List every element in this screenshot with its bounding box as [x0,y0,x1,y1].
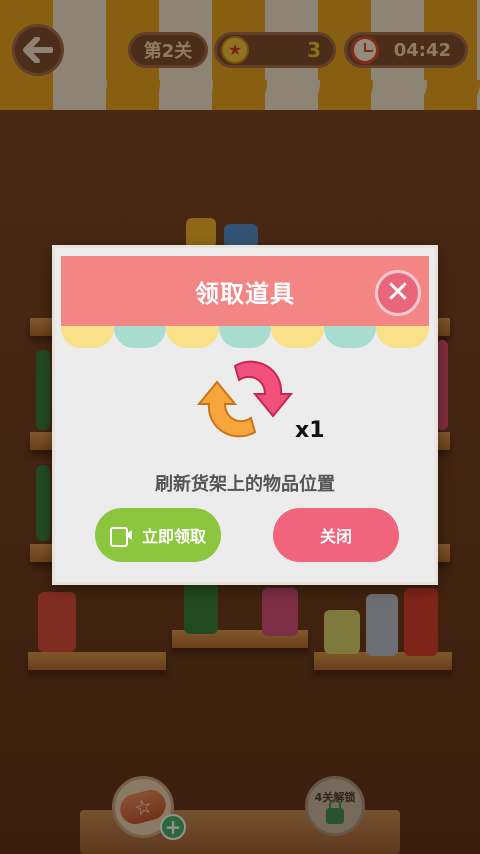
dialog-title: 领取道具 [195,279,295,308]
prop-description: 刷新货架上的物品位置 [155,474,335,495]
item-quantity: x1 [295,418,325,443]
claim-button-label: 立即领取 [141,527,206,546]
close-icon[interactable]: ✕ [375,270,421,316]
video-icon [109,527,132,547]
dialog-header: 领取道具 ✕ [61,256,429,326]
header-scallops [61,326,430,348]
refresh-prop-icon [196,360,294,438]
close-button-label: 关闭 [319,527,352,546]
claim-prop-dialog: 领取道具 ✕ x1 刷新货架上的物品位置 立即领取 关闭 [52,245,438,585]
close-button[interactable]: 关闭 [273,508,399,562]
claim-now-button[interactable]: 立即领取 [95,508,221,562]
